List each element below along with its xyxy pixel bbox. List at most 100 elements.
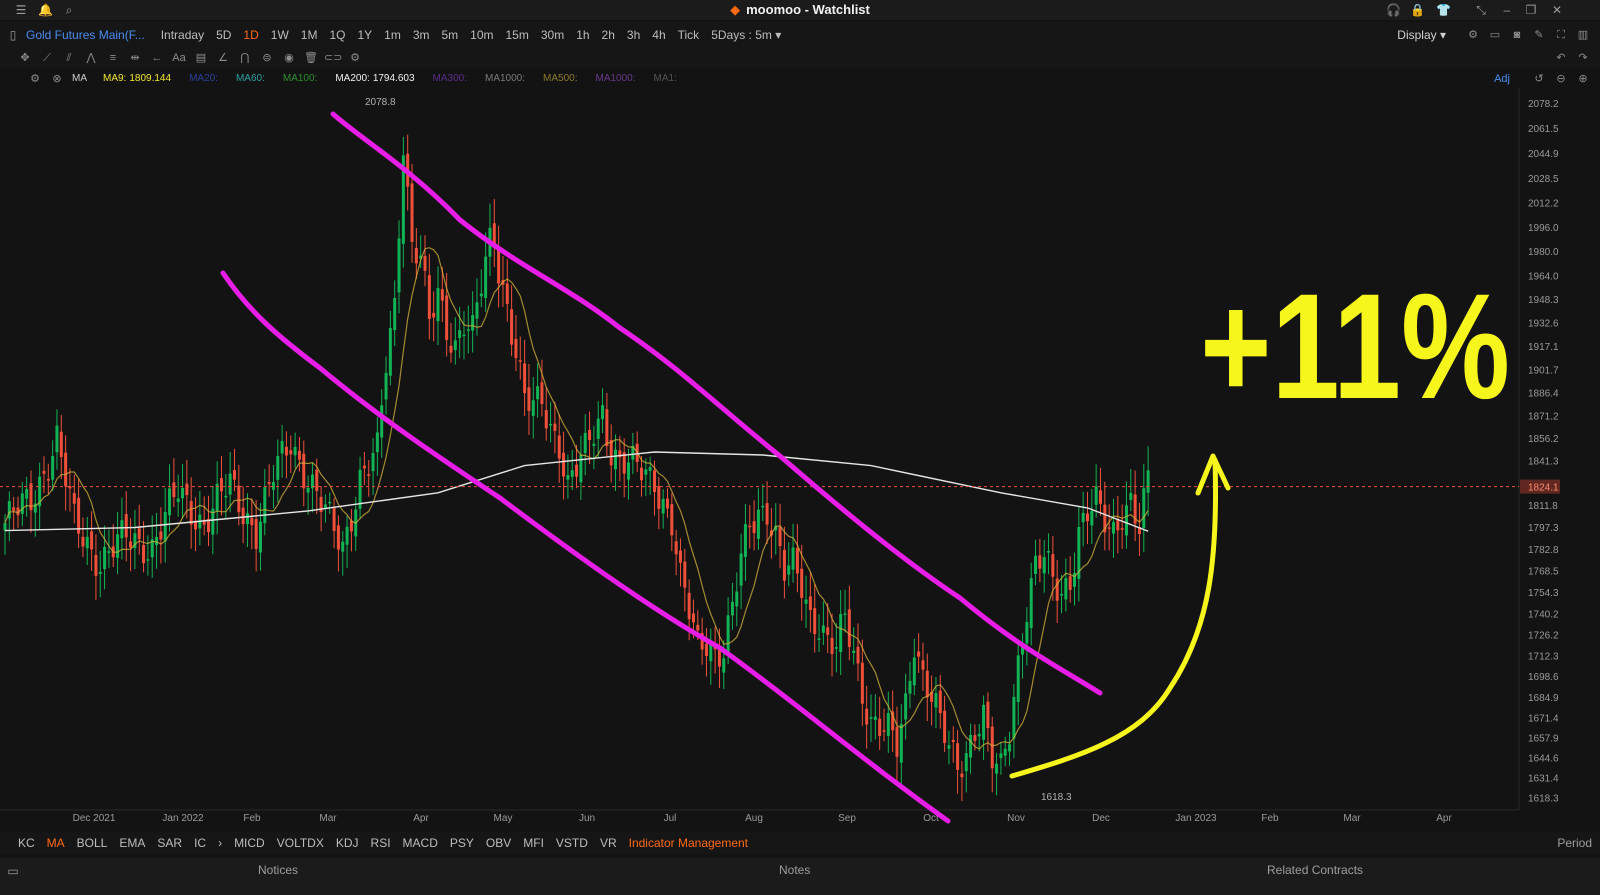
tab-timeframe-5d[interactable]: 5D — [216, 28, 231, 42]
trendline-icon[interactable]: ⟋ — [38, 50, 56, 66]
ma-label[interactable]: MA — [72, 73, 87, 84]
indicator-tab-obv[interactable]: OBV — [486, 836, 511, 850]
tab-timeframe-1m[interactable]: 1M — [301, 28, 318, 42]
indicator-tab-ic[interactable]: IC — [194, 836, 206, 850]
tab-notices[interactable]: Notices — [258, 863, 298, 877]
ma-settings-icon[interactable]: ⚙ — [26, 71, 44, 87]
camera-icon[interactable]: ◙ — [1508, 27, 1526, 43]
tab-timeframe-1q[interactable]: 1Q — [329, 28, 345, 42]
collapse-icon[interactable]: ⤡ — [1474, 3, 1488, 17]
tab-timeframe-1m[interactable]: 1m — [384, 28, 401, 42]
pattern-icon[interactable]: ⋀ — [82, 50, 100, 66]
tab-timeframe-4h[interactable]: 4h — [652, 28, 665, 42]
candle-body — [735, 591, 739, 607]
tab-timeframe-2h[interactable]: 2h — [602, 28, 615, 42]
y-tick-label: 1797.3 — [1528, 523, 1559, 534]
indicator-tab-voltdx[interactable]: VOLTDX — [277, 836, 324, 850]
tab-timeframe-5days-5m[interactable]: 5Days : 5m ▾ — [711, 28, 781, 42]
pen-icon[interactable]: ✎ — [1530, 27, 1548, 43]
candlestick-chart[interactable]: 1824.1 2078.2 2061.5 2044.9 2028.5 2012.2 199… — [0, 88, 1568, 826]
arrow-icon[interactable]: ← — [148, 50, 166, 66]
indicator-tab-ma[interactable]: MA — [47, 836, 65, 850]
panel-toggle-icon[interactable]: ▭ — [6, 864, 20, 878]
note-icon[interactable]: ▤ — [192, 50, 210, 66]
display-dropdown[interactable]: Display ▾ — [1397, 28, 1446, 42]
tab-timeframe-1h[interactable]: 1h — [576, 28, 589, 42]
indicator-tab-rsi[interactable]: RSI — [371, 836, 391, 850]
lock-drawing-icon[interactable]: ⊜ — [258, 50, 276, 66]
lock-icon[interactable]: 🔒 — [1410, 3, 1425, 17]
minimize-icon[interactable]: – — [1500, 3, 1514, 17]
tab-timeframe-10m[interactable]: 10m — [470, 28, 493, 42]
candle-body — [1029, 578, 1033, 628]
visibility-icon[interactable]: ◉ — [280, 50, 298, 66]
candle-body — [687, 592, 691, 620]
tab-timeframe-3h[interactable]: 3h — [627, 28, 640, 42]
delete-icon[interactable]: 🗑 — [302, 50, 320, 66]
tab-timeframe-intraday[interactable]: Intraday — [161, 28, 204, 42]
indicator-tab-mfi[interactable]: MFI — [523, 836, 544, 850]
indicator-tab-sar[interactable]: SAR — [157, 836, 182, 850]
low-price-label: 1618.3 — [1041, 792, 1072, 803]
text-icon[interactable]: Aa — [170, 50, 188, 66]
indicator-tab-kc[interactable]: KC — [18, 836, 35, 850]
indicator-tab-psy[interactable]: PSY — [450, 836, 474, 850]
headset-icon[interactable]: 🎧 — [1386, 3, 1401, 17]
timeframe-tabs: Intraday 5D 1D 1W 1M 1Q 1Y 1m 3m 5m 10m 15m 30m 1h 2h 3… — [155, 28, 788, 42]
channel-icon[interactable]: ⫽ — [60, 50, 78, 66]
sidebar-toggle-icon[interactable]: ▯ — [6, 28, 20, 42]
tab-timeframe-1y[interactable]: 1Y — [357, 28, 372, 42]
channel-lower-line[interactable] — [220, 270, 951, 824]
layout-icon[interactable]: ▭ — [1486, 27, 1504, 43]
indicator-more-chevron-icon[interactable]: › — [218, 836, 222, 850]
panel-icon[interactable]: ▥ — [1574, 27, 1592, 43]
period-button[interactable]: Period — [1557, 836, 1592, 850]
tab-timeframe-30m[interactable]: 30m — [541, 28, 564, 42]
indicator-tab-vr[interactable]: VR — [600, 836, 617, 850]
fullscreen-icon[interactable]: ⛶ — [1552, 27, 1570, 43]
tab-timeframe-5m[interactable]: 5m — [441, 28, 458, 42]
link-icon[interactable]: ⊂⊃ — [324, 50, 342, 66]
candle-body — [46, 478, 50, 481]
restore-icon[interactable]: ❐ — [1524, 3, 1538, 17]
tab-timeframe-3m[interactable]: 3m — [413, 28, 430, 42]
undo-icon[interactable]: ↶ — [1552, 50, 1570, 66]
indicator-tab-vstd[interactable]: VSTD — [556, 836, 588, 850]
channel-upper-line[interactable] — [330, 111, 1103, 696]
drawing-settings-icon[interactable]: ⚙ — [346, 50, 364, 66]
shirt-icon[interactable]: 👕 — [1436, 3, 1451, 17]
indicator-tab-indicator-management[interactable]: Indicator Management — [629, 836, 748, 850]
indicator-tab-ema[interactable]: EMA — [119, 836, 145, 850]
fib-icon[interactable]: ≡ — [104, 50, 122, 66]
redo-icon[interactable]: ↷ — [1574, 50, 1592, 66]
tab-related-contracts[interactable]: Related Contracts — [1267, 863, 1363, 877]
close-icon[interactable]: ✕ — [1550, 3, 1564, 17]
indicator-tab-boll[interactable]: BOLL — [77, 836, 108, 850]
candle-body — [103, 546, 107, 569]
symbol-name[interactable]: Gold Futures Main(F... — [26, 28, 145, 42]
tab-timeframe-1d[interactable]: 1D — [243, 28, 258, 42]
candle-body — [704, 643, 708, 656]
tab-timeframe-15m[interactable]: 15m — [506, 28, 529, 42]
candle-body — [142, 544, 146, 564]
reset-icon[interactable]: ↺ — [1530, 71, 1548, 87]
indicator-tab-macd[interactable]: MACD — [403, 836, 438, 850]
magnet-icon[interactable]: ⋂ — [236, 50, 254, 66]
annotation-text[interactable]: +11% — [1200, 262, 1510, 430]
tab-notes[interactable]: Notes — [779, 863, 810, 877]
indicator-tab-kdj[interactable]: KDJ — [336, 836, 359, 850]
candle-body — [397, 238, 401, 293]
settings-icon[interactable]: ⚙ — [1464, 27, 1482, 43]
ruler-icon[interactable]: ∠ — [214, 50, 232, 66]
adj-button[interactable]: Adj — [1494, 73, 1510, 85]
measure-icon[interactable]: ⇹ — [126, 50, 144, 66]
zoom-out-icon[interactable]: ⊖ — [1552, 71, 1570, 87]
tab-timeframe-tick[interactable]: Tick — [678, 28, 700, 42]
zoom-in-icon[interactable]: ⊕ — [1574, 71, 1592, 87]
candle-body — [830, 637, 834, 655]
ma-hide-icon[interactable]: ⊗ — [48, 71, 66, 87]
indicator-tab-micd[interactable]: MICD — [234, 836, 265, 850]
channel-drawings[interactable] — [220, 111, 1103, 824]
tab-timeframe-1w[interactable]: 1W — [271, 28, 289, 42]
crosshair-icon[interactable]: ✥ — [16, 50, 34, 66]
